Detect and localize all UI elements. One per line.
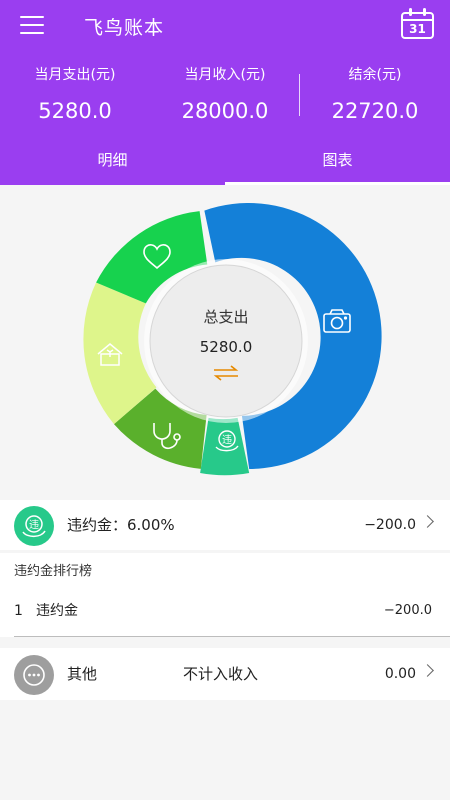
ranking-divider: [14, 636, 450, 637]
tab-chart[interactable]: 图表: [225, 146, 450, 185]
tab-detail[interactable]: 明细: [0, 146, 225, 185]
app-title: 飞鸟账本: [84, 17, 165, 39]
selected-category-row[interactable]: 违 违约金：6.00% −200.0: [0, 500, 450, 550]
ranking-card: 违约金排行榜 1 违约金 −200.0: [0, 553, 450, 637]
monthly-expense-label: 当月支出(元): [34, 67, 116, 83]
donut-svg: 违 总支出 5280.0: [83, 203, 382, 476]
other-category-icon: [14, 655, 54, 695]
chevron-right-icon: [421, 664, 434, 677]
donut-center-label: 总支出: [203, 308, 248, 326]
ranking-title: 违约金排行榜: [14, 564, 93, 579]
selected-category-amount: −200.0: [364, 517, 416, 533]
svg-text:违: 违: [29, 519, 39, 531]
menu-icon: [20, 16, 44, 18]
calendar-icon: 31: [409, 22, 426, 36]
other-row[interactable]: 其他 不计入收入 0.00: [0, 648, 450, 700]
svg-text:违: 违: [222, 434, 232, 446]
balance-label: 结余(元): [348, 67, 402, 83]
monthly-income: 当月收入(元) 28000.0: [150, 64, 300, 126]
expense-donut-chart: 违 总支出 5280.0: [0, 185, 450, 500]
other-label: 其他: [67, 665, 98, 683]
menu-button[interactable]: [20, 14, 44, 36]
summary-header: 飞鸟账本 31 当月支出(元) 5280.0 当月收入(元) 28000.0 结…: [0, 0, 450, 185]
selected-category-label: 违约金：6.00%: [67, 516, 175, 534]
monthly-expense-value: 5280.0: [38, 99, 112, 123]
ranking-amount: −200.0: [383, 603, 432, 618]
balance-value: 22720.0: [331, 99, 419, 123]
tab-chart-label: 图表: [322, 151, 353, 169]
donut-center-value: 5280.0: [200, 338, 253, 356]
penalty-category-icon: 违: [14, 506, 54, 546]
chevron-right-icon: [421, 515, 434, 528]
calendar-button[interactable]: 31: [401, 8, 434, 39]
other-note: 不计入收入: [183, 665, 259, 683]
other-amount: 0.00: [384, 666, 416, 682]
balance: 结余(元) 22720.0: [300, 64, 450, 126]
ranking-name: 违约金: [36, 603, 78, 619]
penalty-icon: 违: [22, 515, 46, 538]
more-icon: [23, 664, 45, 686]
ranking-row[interactable]: 1 违约金 −200.0: [0, 597, 450, 629]
monthly-income-value: 28000.0: [181, 99, 269, 123]
monthly-income-label: 当月收入(元): [184, 67, 266, 83]
monthly-expense: 当月支出(元) 5280.0: [0, 64, 150, 126]
ranking-index: 1: [14, 603, 23, 619]
